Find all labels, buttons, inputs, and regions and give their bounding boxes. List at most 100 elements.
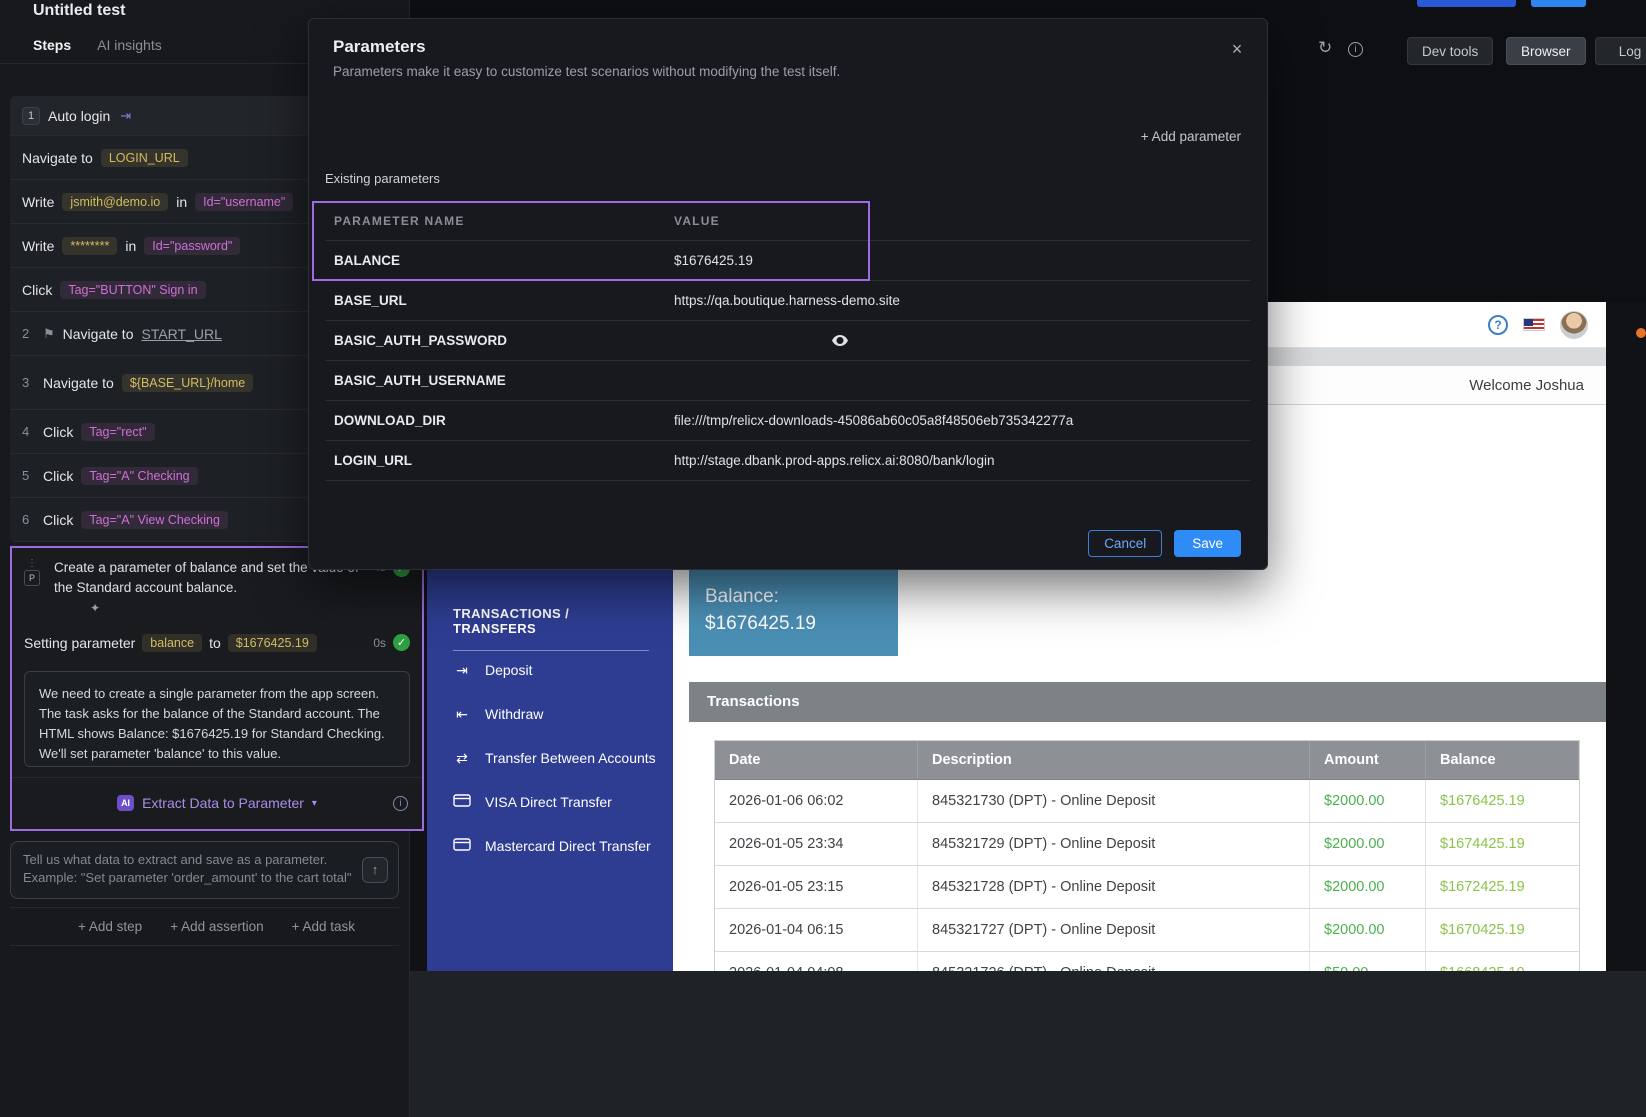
withdraw-icon: ⇤ bbox=[453, 706, 471, 723]
step-action: Write bbox=[22, 194, 54, 210]
extract-data-to-parameter-button[interactable]: AI Extract Data to Parameter ▾ i bbox=[12, 777, 422, 829]
parameter-row-download-dir[interactable]: DOWNLOAD_DIR file:///tmp/relicx-download… bbox=[325, 401, 1251, 441]
table-row-partial: 2026-01-04 04:08 845321726 (DPT) - Onlin… bbox=[715, 952, 1579, 971]
ai-chip-icon: AI bbox=[117, 795, 134, 811]
chevron-down-icon[interactable]: ▾ bbox=[312, 798, 317, 809]
info-icon[interactable]: i bbox=[393, 796, 408, 811]
column-header: Date bbox=[715, 741, 918, 779]
sidebar-item-deposit[interactable]: ⇥ Deposit bbox=[427, 650, 673, 690]
cancel-button[interactable]: Cancel bbox=[1088, 530, 1162, 557]
tx-amount: $50.00 bbox=[1310, 952, 1426, 971]
primary-button-partial-1[interactable] bbox=[1417, 0, 1516, 7]
tx-description: 845321730 (DPT) - Online Deposit bbox=[918, 780, 1310, 822]
sidebar-section-title: TRANSACTIONS / TRANSFERS bbox=[453, 606, 649, 651]
tx-amount: $2000.00 bbox=[1310, 823, 1426, 865]
setting-connector: to bbox=[209, 635, 221, 651]
tx-balance: $1674425.19 bbox=[1426, 823, 1579, 865]
sidebar-item-transfer-between-accounts[interactable]: ⇄ Transfer Between Accounts bbox=[427, 738, 673, 778]
column-header: VALUE bbox=[674, 214, 1242, 228]
submit-arrow-button[interactable]: ↑ bbox=[362, 857, 388, 883]
step-number: 2 bbox=[22, 326, 35, 341]
table-row: 2026-01-05 23:34 845321729 (DPT) - Onlin… bbox=[715, 823, 1579, 866]
locator-badge: Tag="BUTTON" Sign in bbox=[60, 281, 205, 299]
parameter-value: http://stage.dbank.prod-apps.relicx.ai:8… bbox=[674, 453, 1242, 468]
modal-subtitle: Parameters make it easy to customize tes… bbox=[333, 64, 1243, 79]
tx-description: 845321727 (DPT) - Online Deposit bbox=[918, 909, 1310, 951]
step-action: Click bbox=[22, 282, 52, 298]
refresh-icon[interactable]: ↻ bbox=[1318, 38, 1332, 58]
save-button[interactable]: Save bbox=[1174, 530, 1241, 557]
parameter-name: LOGIN_URL bbox=[334, 453, 674, 468]
column-header: Amount bbox=[1310, 741, 1426, 779]
step-number: 1 bbox=[22, 107, 40, 125]
sidebar-item-withdraw[interactable]: ⇤ Withdraw bbox=[427, 694, 673, 734]
parameter-value: $1676425.19 bbox=[674, 253, 1242, 268]
tab-ai-insights[interactable]: AI insights bbox=[97, 37, 162, 53]
tx-date: 2026-01-06 06:02 bbox=[715, 780, 918, 822]
sparkle-icon: ✦ bbox=[90, 601, 100, 615]
sidebar-item-visa-direct-transfer[interactable]: VISA Direct Transfer bbox=[427, 782, 673, 822]
add-task-button[interactable]: + Add task bbox=[292, 919, 355, 934]
parameter-name: BASIC_AUTH_PASSWORD bbox=[334, 333, 674, 348]
parameter-name: BALANCE bbox=[334, 253, 674, 268]
parameter-row-basic-auth-password[interactable]: BASIC_AUTH_PASSWORD bbox=[325, 321, 1251, 361]
ai-task-block-highlight: ⋮ P Create a parameter of balance and se… bbox=[10, 546, 424, 831]
add-step-button[interactable]: + Add step bbox=[78, 919, 142, 934]
locator-badge: Id="username" bbox=[195, 193, 293, 211]
drag-handle-icon: ⋮ bbox=[27, 560, 37, 568]
tab-steps[interactable]: Steps bbox=[33, 37, 71, 53]
locator-badge: Tag="rect" bbox=[81, 423, 154, 441]
sidebar-item-label: Withdraw bbox=[485, 706, 543, 722]
parameter-row-balance[interactable]: BALANCE $1676425.19 bbox=[325, 241, 1251, 281]
card-icon bbox=[453, 838, 471, 854]
parameter-value: https://qa.boutique.harness-demo.site bbox=[674, 293, 1242, 308]
locator-badge: Tag="A" View Checking bbox=[81, 511, 228, 529]
parameter-row-login-url[interactable]: LOGIN_URL http://stage.dbank.prod-apps.r… bbox=[325, 441, 1251, 481]
modal-title: Parameters bbox=[333, 37, 1243, 57]
parameter-value-badge: $1676425.19 bbox=[228, 634, 317, 652]
avatar[interactable] bbox=[1560, 311, 1588, 339]
step-number: 3 bbox=[22, 375, 35, 390]
step-connector: in bbox=[125, 238, 136, 254]
sidebar-item-label: Mastercard Direct Transfer bbox=[485, 838, 651, 854]
balance-label: Balance: bbox=[705, 584, 882, 611]
tx-balance: $1668425.19 bbox=[1426, 952, 1579, 971]
recording-indicator-dot bbox=[1636, 328, 1646, 338]
step-action: Click bbox=[43, 512, 73, 528]
tab-dev-tools[interactable]: Dev tools bbox=[1407, 37, 1493, 65]
close-icon[interactable]: × bbox=[1225, 37, 1249, 61]
parameter-name-badge: balance bbox=[142, 634, 202, 652]
parameter-name: DOWNLOAD_DIR bbox=[334, 413, 674, 428]
tab-log[interactable]: Log bbox=[1595, 37, 1646, 65]
tx-balance: $1670425.19 bbox=[1426, 909, 1579, 951]
setting-prefix: Setting parameter bbox=[24, 635, 135, 651]
value-badge: ******** bbox=[62, 237, 117, 255]
extract-prompt-card: ↑ bbox=[10, 841, 399, 899]
tx-date: 2026-01-04 06:15 bbox=[715, 909, 918, 951]
parameter-row-base-url[interactable]: BASE_URL https://qa.boutique.harness-dem… bbox=[325, 281, 1251, 321]
add-assertion-button[interactable]: + Add assertion bbox=[170, 919, 263, 934]
step-action: Click bbox=[43, 468, 73, 484]
flag-icon: ⚑ bbox=[43, 326, 55, 342]
setting-parameter-row[interactable]: Setting parameter balance to $1676425.19… bbox=[12, 623, 422, 663]
us-flag-icon[interactable] bbox=[1523, 318, 1545, 331]
eye-icon[interactable] bbox=[832, 335, 848, 346]
step-connector: in bbox=[176, 194, 187, 210]
tab-browser[interactable]: Browser bbox=[1506, 37, 1586, 65]
transactions-table: Date Description Amount Balance 2026-01-… bbox=[714, 740, 1580, 971]
table-row: 2026-01-04 06:15 845321727 (DPT) - Onlin… bbox=[715, 909, 1579, 952]
extract-prompt-input[interactable] bbox=[23, 851, 354, 889]
tx-description: 845321728 (DPT) - Online Deposit bbox=[918, 866, 1310, 908]
sidebar-item-mastercard-direct-transfer[interactable]: Mastercard Direct Transfer bbox=[427, 826, 673, 866]
start-url-link[interactable]: START_URL bbox=[141, 326, 221, 342]
existing-parameters-label: Existing parameters bbox=[325, 171, 440, 186]
sidebar-item-label: VISA Direct Transfer bbox=[485, 794, 612, 810]
info-icon[interactable]: i bbox=[1348, 42, 1363, 57]
parameter-row-basic-auth-username[interactable]: BASIC_AUTH_USERNAME bbox=[325, 361, 1251, 401]
tx-balance: $1676425.19 bbox=[1426, 780, 1579, 822]
add-parameter-button[interactable]: + Add parameter bbox=[1141, 129, 1241, 144]
primary-button-partial-2[interactable] bbox=[1531, 0, 1586, 7]
help-icon[interactable]: ? bbox=[1488, 315, 1508, 335]
step-title: Auto login bbox=[48, 108, 110, 124]
step-number: 4 bbox=[22, 424, 35, 439]
